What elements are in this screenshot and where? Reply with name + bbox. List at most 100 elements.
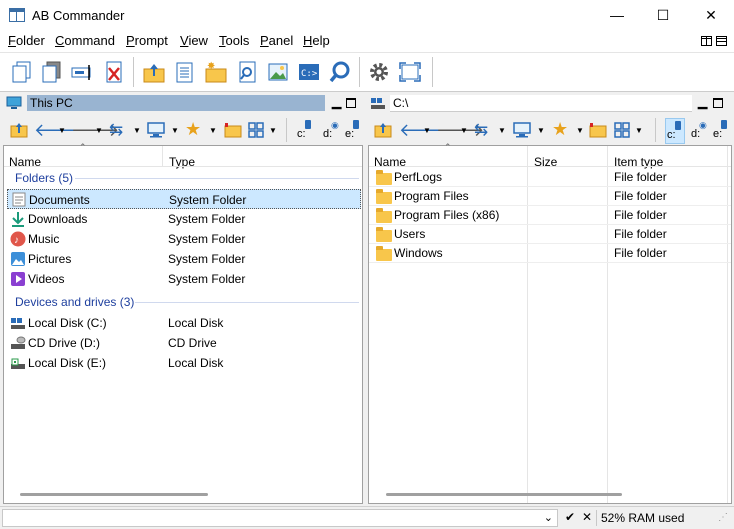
panel-splitter[interactable] [364, 92, 367, 505]
left-computer-icon[interactable] [147, 122, 165, 138]
table-row-users[interactable]: Users File folder [369, 225, 731, 244]
menu-command[interactable]: Command [55, 33, 115, 48]
left-favorites-star-icon[interactable]: ★ [185, 119, 201, 140]
group-folders[interactable]: Folders (5) [15, 171, 73, 185]
move-button[interactable] [38, 58, 66, 86]
left-back-dropdown-icon[interactable]: ▼ [58, 126, 66, 135]
right-computer-icon[interactable] [513, 122, 531, 138]
right-forward-dropdown-icon[interactable]: ▼ [460, 126, 468, 135]
settings-button[interactable] [365, 58, 393, 86]
right-path-field[interactable]: C:\ [390, 95, 692, 112]
left-drive-c-button[interactable]: c: [297, 120, 315, 142]
maximize-button[interactable]: ☐ [640, 0, 686, 30]
right-drive-c-button[interactable]: c: [665, 118, 685, 144]
right-folder-tree-icon[interactable] [589, 122, 607, 138]
table-row-program-files[interactable]: Program Files File folder [369, 187, 731, 206]
menu-tools[interactable]: Tools [219, 33, 249, 48]
delete-button[interactable] [100, 58, 128, 86]
hard-drive-icon [11, 318, 25, 329]
view-file-button[interactable] [233, 58, 261, 86]
list-item-downloads[interactable]: Downloads System Folder [7, 209, 361, 229]
left-path-bar: This PC ▁ [3, 94, 363, 112]
right-horizontal-scrollbar[interactable] [386, 493, 622, 496]
right-back-dropdown-icon[interactable]: ▼ [423, 126, 431, 135]
command-history-dropdown-icon[interactable]: ⌄ [544, 511, 553, 524]
right-maximize-panel-icon[interactable] [713, 98, 723, 108]
copy-button[interactable] [8, 58, 36, 86]
left-minimize-panel-button[interactable]: ▁ [332, 95, 341, 109]
drive-label: e: [713, 128, 723, 140]
left-swap-icon[interactable]: ⇆ [109, 120, 123, 140]
usb-drive-icon [11, 358, 25, 369]
fullscreen-icon [399, 62, 421, 82]
right-drive-e-button[interactable]: e: [712, 120, 730, 142]
close-button[interactable]: ✕ [688, 0, 734, 30]
command-prompt-button[interactable]: C:> [295, 58, 323, 86]
toolbar-separator [432, 57, 433, 87]
resize-grip-icon[interactable]: ⋰ [718, 512, 728, 523]
menu-bar: Folder Command Prompt View Tools Panel H… [0, 30, 734, 53]
right-favorites-dropdown-icon[interactable]: ▼ [576, 126, 584, 135]
right-favorites-star-icon[interactable]: ★ [552, 119, 568, 140]
item-type: Local Disk [168, 316, 224, 330]
properties-button[interactable] [170, 58, 198, 86]
left-maximize-panel-icon[interactable] [346, 98, 356, 108]
left-folder-tree-icon[interactable] [224, 122, 242, 138]
item-type: File folder [614, 227, 667, 241]
right-view-mode-icon[interactable] [614, 122, 630, 138]
minimize-button[interactable]: — [594, 0, 640, 30]
right-swap-dropdown-icon[interactable]: ▼ [498, 126, 506, 135]
fullscreen-button[interactable] [396, 58, 424, 86]
execute-command-button[interactable]: ✔ [565, 510, 575, 524]
clear-command-button[interactable]: ✕ [582, 510, 592, 524]
list-item-documents[interactable]: Documents System Folder [7, 189, 361, 209]
parent-folder-button[interactable] [140, 58, 168, 86]
table-row-perflogs[interactable]: PerfLogs File folder [369, 168, 731, 187]
list-item-local-disk-c[interactable]: Local Disk (C:) Local Disk [7, 313, 361, 333]
left-horizontal-scrollbar[interactable] [20, 493, 208, 496]
right-view-mode-dropdown-icon[interactable]: ▼ [635, 126, 643, 135]
left-drive-e-button[interactable]: e: [344, 120, 362, 142]
left-swap-dropdown-icon[interactable]: ▼ [133, 126, 141, 135]
item-name: Music [28, 232, 60, 246]
menu-help[interactable]: Help [303, 33, 330, 48]
menu-panel[interactable]: Panel [260, 33, 293, 48]
list-item-cd-drive-d[interactable]: CD Drive (D:) CD Drive [7, 333, 361, 353]
column-divider[interactable] [162, 146, 163, 167]
left-favorites-dropdown-icon[interactable]: ▼ [209, 126, 217, 135]
search-button[interactable] [326, 58, 354, 86]
horizontal-split-icon[interactable] [716, 36, 727, 46]
right-computer-dropdown-icon[interactable]: ▼ [537, 126, 545, 135]
right-parent-folder-icon[interactable] [374, 122, 392, 138]
properties-icon [176, 62, 193, 83]
new-folder-button[interactable]: ✸ [202, 58, 230, 86]
list-item-local-disk-e[interactable]: Local Disk (E:) Local Disk [7, 353, 361, 373]
table-row-windows[interactable]: Windows File folder [369, 244, 731, 263]
command-line-input[interactable]: ⌄ [2, 509, 558, 527]
left-view-mode-dropdown-icon[interactable]: ▼ [269, 126, 277, 135]
drive-path-icon [371, 98, 385, 109]
left-parent-folder-icon[interactable] [10, 122, 28, 138]
menu-folder[interactable]: Folder [8, 33, 45, 48]
documents-icon [12, 192, 26, 207]
menu-view[interactable]: View [180, 33, 208, 48]
right-swap-icon[interactable]: ⇆ [474, 120, 488, 140]
right-minimize-panel-button[interactable]: ▁ [698, 95, 707, 109]
rename-icon [71, 65, 91, 80]
left-view-mode-icon[interactable] [248, 122, 264, 138]
list-item-videos[interactable]: Videos System Folder [7, 269, 361, 289]
rename-button[interactable] [68, 58, 96, 86]
table-row-program-files-x86[interactable]: Program Files (x86) File folder [369, 206, 731, 225]
list-item-music[interactable]: ♪ Music System Folder [7, 229, 361, 249]
left-computer-dropdown-icon[interactable]: ▼ [171, 126, 179, 135]
list-item-pictures[interactable]: Pictures System Folder [7, 249, 361, 269]
left-forward-dropdown-icon[interactable]: ▼ [95, 126, 103, 135]
right-drive-d-button[interactable]: ◉ d: [689, 120, 707, 142]
vertical-split-icon[interactable] [701, 36, 712, 46]
downloads-icon [12, 212, 24, 227]
menu-prompt[interactable]: Prompt [126, 33, 168, 48]
left-drive-d-button[interactable]: ◉ d: [321, 120, 339, 142]
group-devices[interactable]: Devices and drives (3) [15, 295, 134, 309]
image-viewer-button[interactable] [264, 58, 292, 86]
left-path-field[interactable]: This PC [27, 95, 325, 111]
